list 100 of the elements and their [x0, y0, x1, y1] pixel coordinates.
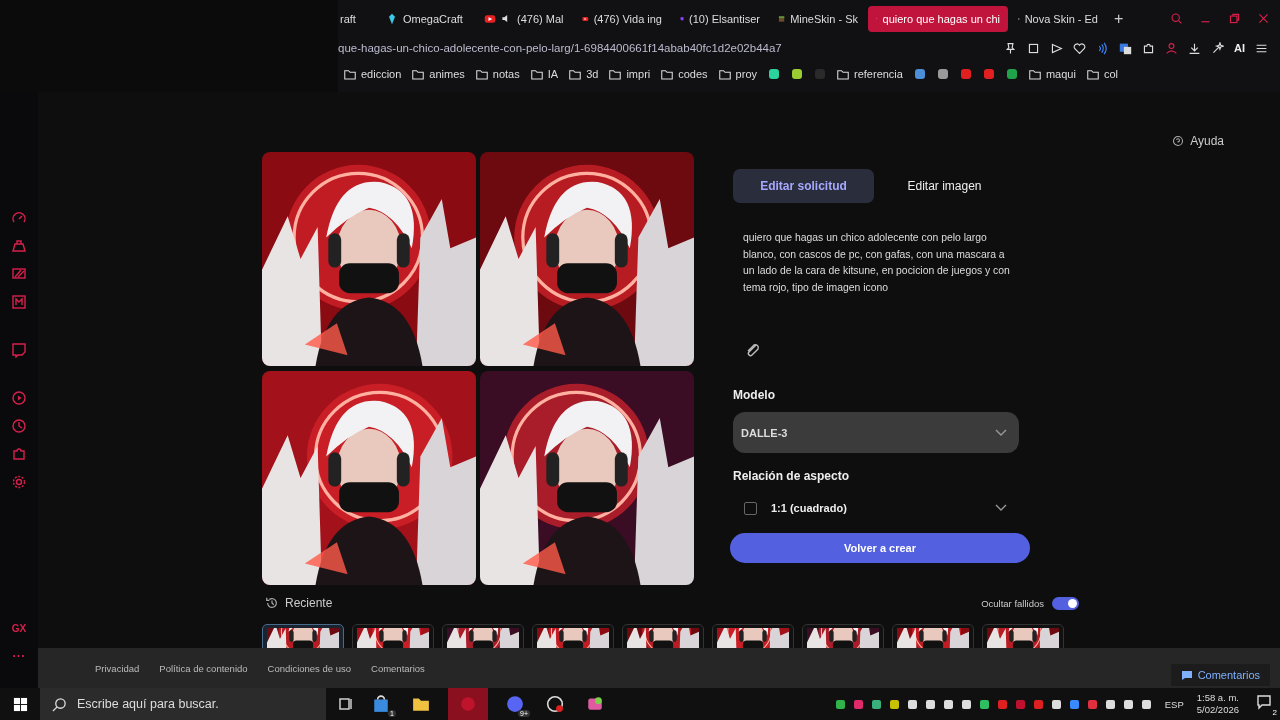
sparkle-icon[interactable] [1211, 41, 1224, 55]
tray-icon[interactable] [888, 698, 900, 710]
recent-thumbnail[interactable] [442, 624, 524, 648]
bookmark-folder[interactable]: codes [661, 68, 708, 80]
bookmark-folder[interactable]: IA [530, 68, 559, 80]
more-button[interactable]: ... [12, 646, 26, 660]
history-icon[interactable] [265, 596, 279, 610]
help-icon[interactable] [1172, 135, 1185, 147]
tray-icon[interactable] [1140, 698, 1152, 710]
tray-icon[interactable] [1068, 698, 1080, 710]
task-view-icon[interactable] [338, 696, 354, 712]
bookmark-icon[interactable] [1005, 68, 1018, 80]
windows-icon[interactable] [12, 696, 28, 712]
notification-icon[interactable] [1256, 694, 1272, 710]
crystal-icon[interactable] [386, 12, 398, 25]
store-icon[interactable] [372, 695, 390, 713]
pin-icon[interactable] [1004, 41, 1017, 55]
network-icon[interactable] [11, 266, 27, 282]
paint-icon[interactable] [586, 695, 604, 713]
recreate-button[interactable]: Volver a crear [730, 533, 1030, 563]
tray-icon[interactable] [1122, 698, 1134, 710]
panel-tab[interactable]: Editar solicitud [733, 169, 874, 203]
language-indicator[interactable]: ESP [1164, 698, 1184, 710]
browser-tab[interactable]: (476) Vida ing [574, 5, 670, 32]
recent-thumbnail[interactable] [352, 624, 434, 648]
clock-time[interactable]: 1:58 a. m. [1196, 692, 1239, 704]
messenger-icon[interactable] [11, 294, 27, 310]
paperclip-icon[interactable] [745, 342, 761, 358]
recent-thumbnail[interactable] [712, 624, 794, 648]
bookmark-folder[interactable]: maqui [1028, 68, 1076, 80]
ai-label[interactable]: AI [1234, 42, 1245, 54]
recent-thumbnail[interactable] [892, 624, 974, 648]
wireless-icon[interactable] [1096, 41, 1109, 55]
close-icon[interactable] [1257, 12, 1270, 25]
browser-tab[interactable]: OmegaCraft [378, 5, 474, 32]
bookmark-folder[interactable]: impri [609, 68, 651, 80]
tray-icon[interactable] [906, 698, 918, 710]
tray-icon[interactable] [924, 698, 936, 710]
address-field[interactable]: que-hagas-un-chico-adolecente-con-pelo-larg/1-6984400661f14abab40fc1d2e02b44a7 [338, 42, 994, 54]
browser-tab[interactable]: quiero que hagas un chi [868, 5, 1008, 32]
clock-date[interactable]: 5/02/2026 [1196, 704, 1239, 716]
heart-icon[interactable] [1073, 41, 1086, 55]
browser-tab[interactable]: (476) Mal [476, 5, 572, 32]
bookmark-folder[interactable]: col [1086, 68, 1118, 80]
play-icon[interactable] [11, 390, 27, 406]
recent-thumbnail[interactable] [532, 624, 614, 648]
translate-icon[interactable] [1119, 41, 1132, 55]
prompt-field[interactable]: quiero que hagas un chico adolecente con pelo largo blanco, con cascos de pc, con gafas, con una mascara a un lado de la cara de kitsune, en pocicion de juegos y con tema rojo, tipo de imagen icono [743, 230, 1011, 326]
aspect-dropdown[interactable]: 1:1 (cuadrado) [733, 497, 1019, 519]
settings-icon[interactable] [11, 474, 27, 490]
browser-tab[interactable]: raft [338, 5, 376, 32]
folder-icon[interactable] [412, 695, 430, 713]
model-dropdown[interactable]: DALLE-3 [733, 412, 1019, 453]
bookmark-folder[interactable]: notas [475, 68, 520, 80]
brand-logo[interactable]: GX [11, 623, 27, 634]
recent-thumbnail[interactable] [802, 624, 884, 648]
recent-thumbnail[interactable] [622, 624, 704, 648]
bookmark-folder[interactable]: animes [412, 68, 465, 80]
video-icon[interactable] [484, 12, 496, 25]
download-icon[interactable] [1188, 41, 1201, 55]
taskbar-search-field[interactable]: Escribe aquí para buscar. [40, 688, 326, 720]
speech-bubble-icon [1180, 669, 1193, 681]
new-tab-button[interactable]: + [1108, 9, 1130, 28]
chevron-down-icon [995, 428, 1007, 437]
footer-link[interactable]: Política de contenido [159, 662, 248, 674]
footer-link[interactable]: Privacidad [95, 662, 140, 674]
tray-icon[interactable] [870, 698, 882, 710]
bookmark-icon[interactable] [768, 68, 780, 80]
tray-icon[interactable] [942, 698, 954, 710]
bookmark-folder[interactable]: proy [718, 68, 757, 80]
cleaner-icon[interactable] [11, 238, 27, 254]
tray-icon[interactable] [960, 698, 972, 710]
screenshot-icon[interactable] [1027, 41, 1040, 55]
bookmark-icon[interactable] [936, 68, 949, 80]
recent-thumbnail[interactable] [982, 624, 1064, 648]
clock-icon[interactable] [11, 418, 27, 434]
bookmark-folder[interactable]: 3d [569, 68, 599, 80]
tray-icon[interactable] [1050, 698, 1062, 710]
help-link[interactable]: Ayuda [1166, 130, 1230, 152]
bookmark-folder[interactable]: ediccion [344, 68, 402, 80]
browser-tab[interactable]: (10) Elsantiser [672, 5, 768, 32]
bookmark-icon[interactable] [913, 68, 926, 80]
chat-icon[interactable] [11, 342, 27, 358]
hide-failed-toggle[interactable] [1052, 596, 1079, 610]
recent-thumbnail[interactable] [262, 624, 344, 648]
bookmark-folder[interactable]: referencia [837, 68, 903, 80]
tray-icon[interactable] [1104, 698, 1116, 710]
bookmark-icon[interactable] [791, 68, 803, 80]
tray-icon[interactable] [834, 698, 846, 710]
panel-tab[interactable]: Editar imagen [874, 169, 1015, 203]
footer-link[interactable]: Comentarios [371, 662, 425, 674]
tray-icon[interactable] [978, 698, 990, 710]
person-icon[interactable] [1165, 41, 1178, 55]
footer-link[interactable]: Condiciones de uso [267, 662, 351, 674]
send-icon[interactable] [1050, 41, 1063, 55]
restore-icon[interactable] [1228, 12, 1241, 25]
feedback-button[interactable]: Comentarios [1170, 664, 1270, 686]
record-icon[interactable] [546, 695, 564, 713]
browser-tab[interactable]: MineSkin - Sk [770, 5, 866, 32]
browser-tab[interactable]: Nova Skin - Ed [1010, 5, 1106, 32]
